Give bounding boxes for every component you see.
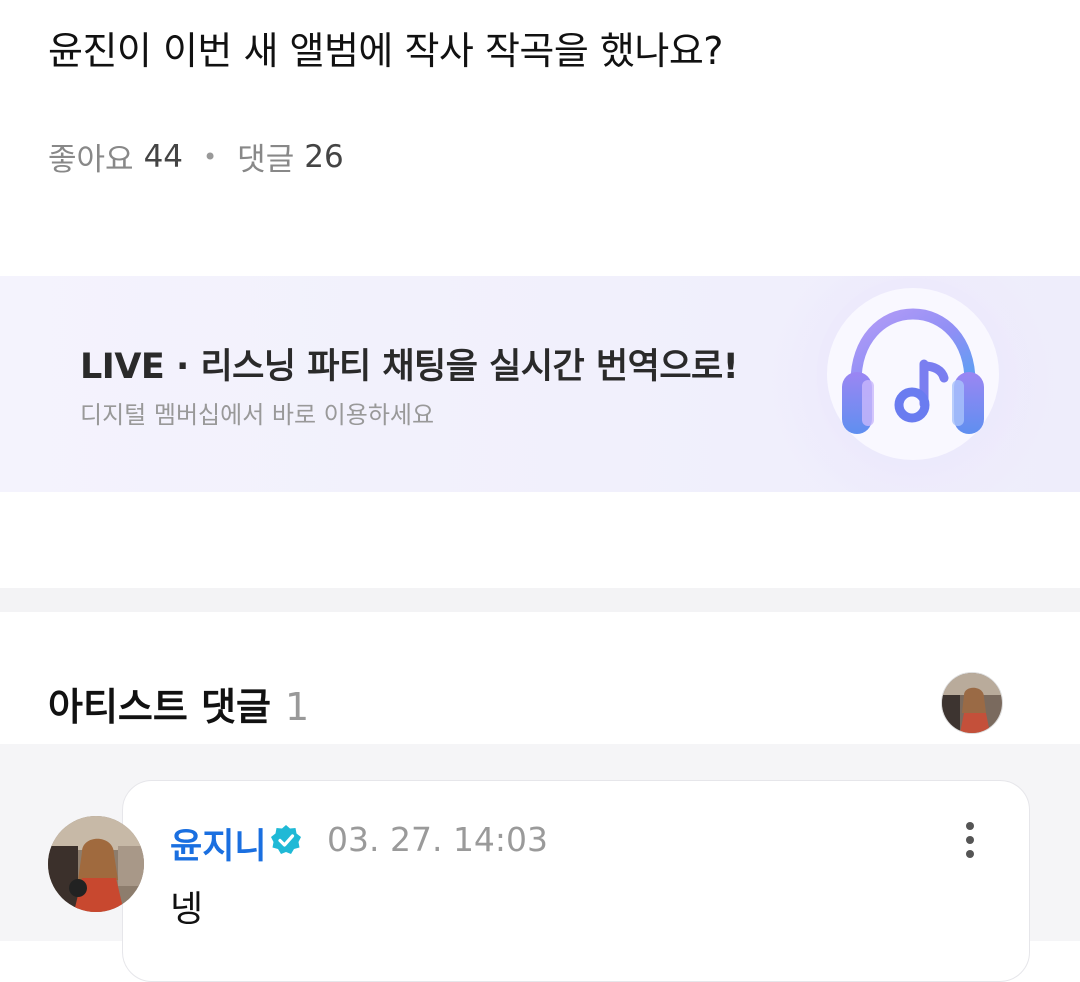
banner-title[interactable]: LIVE · 리스닝 파티 채팅을 실시간 번역으로! (80, 338, 739, 389)
comment-timestamp: 03. 27. 14:03 (327, 820, 549, 859)
separator-dot: • (203, 142, 218, 171)
artist-avatar-small[interactable] (941, 672, 1003, 734)
artist-comments-label: 아티스트 댓글 (48, 685, 271, 729)
artist-comments-count: 1 (285, 685, 310, 729)
commenter-avatar[interactable] (48, 816, 144, 912)
verified-badge-icon (271, 825, 301, 854)
section-divider (0, 588, 1080, 612)
likes-label: 좋아요 (48, 142, 134, 178)
headphones-music-icon (842, 308, 984, 434)
artist-comments-title: 아티스트 댓글 1 (48, 676, 309, 731)
more-options-icon[interactable] (952, 818, 988, 862)
post-title: 윤진이 이번 새 앨범에 작사 작곡을 했나요? (48, 29, 723, 73)
likes-count: 44 (143, 138, 184, 175)
comment-card (122, 780, 1030, 982)
comment-text: 넹 (170, 889, 204, 930)
post-stats: 좋아요 44 • 댓글 26 (48, 134, 344, 179)
comments-count: 26 (304, 138, 344, 175)
banner-subtitle: 디지털 멤버십에서 바로 이용하세요 (80, 401, 435, 429)
comment-author[interactable]: 윤지니 (170, 818, 267, 869)
comments-label: 댓글 (237, 142, 295, 178)
